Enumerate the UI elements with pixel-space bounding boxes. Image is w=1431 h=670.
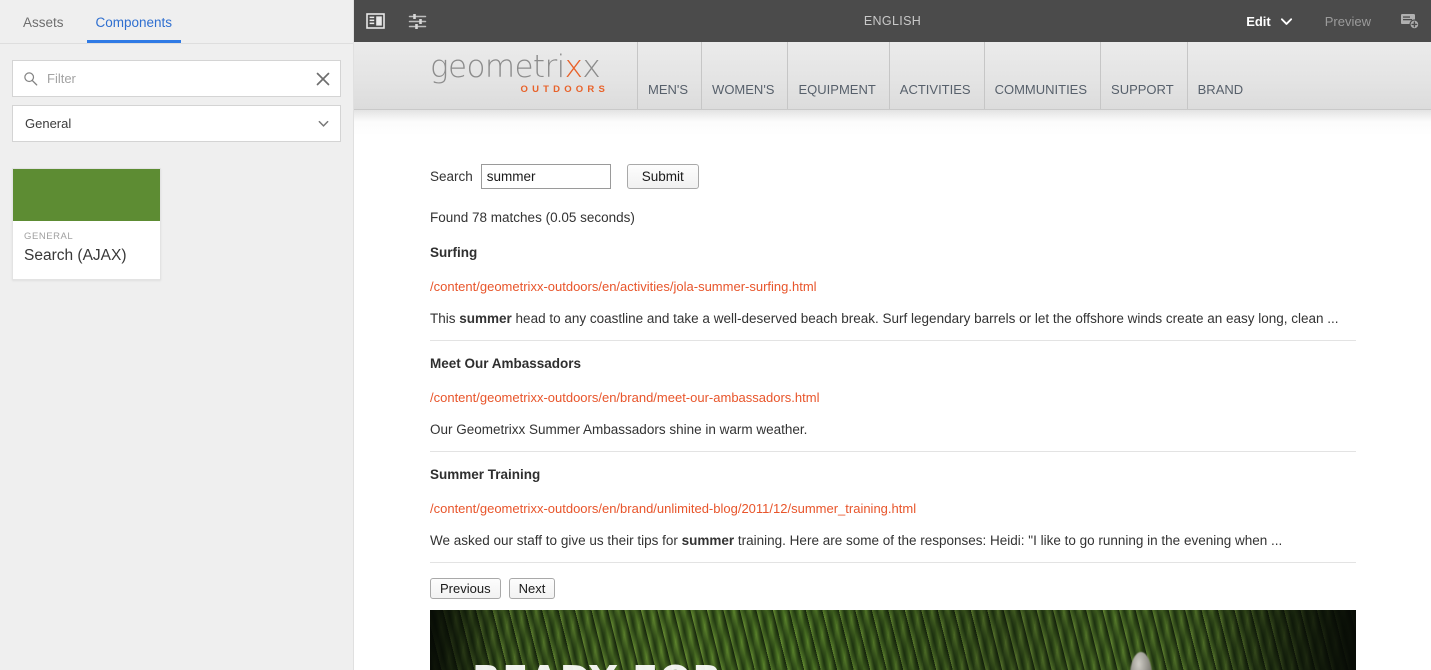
- previous-button[interactable]: Previous: [430, 578, 501, 599]
- result-item: Surfing /content/geometrixx-outdoors/en/…: [430, 245, 1356, 341]
- component-category: GENERAL: [24, 231, 74, 242]
- results-pager: Previous Next: [430, 578, 1431, 599]
- nav-item-activities[interactable]: ACTIVITIES: [888, 42, 984, 109]
- chevron-down-icon: [318, 120, 329, 127]
- desc-highlight: summer: [459, 311, 512, 326]
- editor-toolbar: ENGLISH Edit Preview: [354, 0, 1431, 42]
- result-description: Our Geometrixx Summer Ambassadors shine …: [430, 421, 1356, 438]
- close-icon[interactable]: [316, 72, 330, 86]
- sliders-icon: [408, 13, 426, 29]
- submit-button[interactable]: Submit: [626, 164, 699, 189]
- match-count: Found 78 matches (0.05 seconds): [430, 210, 635, 225]
- result-item: Meet Our Ambassadors /content/geometrixx…: [430, 356, 1356, 452]
- hero-overlay-text: READY FOR: [472, 658, 723, 670]
- nav-item-brand[interactable]: BRAND: [1186, 42, 1257, 109]
- page-body: Search Submit Found 78 matches (0.05 sec…: [354, 136, 1431, 670]
- nav-label: BRAND: [1197, 82, 1244, 97]
- annotate-button[interactable]: [1389, 0, 1431, 42]
- result-description: We asked our staff to give us their tips…: [430, 532, 1356, 549]
- nav-label: EQUIPMENT: [798, 82, 876, 97]
- edit-modes-button[interactable]: [396, 0, 438, 42]
- search-form: Search Submit: [430, 164, 1431, 189]
- tab-components-label: Components: [95, 15, 173, 30]
- result-url-link[interactable]: /content/geometrixx-outdoors/en/brand/me…: [430, 390, 1356, 405]
- side-panel-tabs: Assets Components: [0, 0, 353, 44]
- sidebar-panel-icon: [365, 13, 385, 29]
- page-add-icon: [1401, 14, 1420, 30]
- result-title: Summer Training: [430, 467, 541, 482]
- component-meta: GENERAL Search (AJAX): [13, 221, 160, 279]
- logo-word-end: x: [582, 49, 601, 85]
- hero-vignette-right: [1206, 610, 1356, 670]
- nav-label: WOMEN'S: [712, 82, 775, 97]
- mode-selector-label: Edit: [1246, 13, 1271, 29]
- desc-before: We asked our staff to give us their tips…: [430, 533, 682, 548]
- nav-item-womens[interactable]: WOMEN'S: [701, 42, 787, 109]
- result-title: Surfing: [430, 245, 478, 260]
- result-url-link[interactable]: /content/geometrixx-outdoors/en/brand/un…: [430, 501, 1356, 516]
- site-logo[interactable]: geometrixx OUTDOORS: [430, 42, 637, 109]
- search-results: Surfing /content/geometrixx-outdoors/en/…: [430, 245, 1356, 563]
- search-icon: [24, 72, 38, 86]
- header-shadow: [354, 110, 1431, 136]
- site-header: geometrixx OUTDOORS MEN'S WOMEN'S EQUIPM…: [354, 42, 1431, 110]
- filter-input[interactable]: [47, 71, 316, 86]
- mode-selector-edit[interactable]: Edit: [1232, 14, 1307, 29]
- tab-assets[interactable]: Assets: [14, 15, 73, 43]
- result-description: This summer head to any coastline and ta…: [430, 310, 1356, 327]
- toolbar-right-group: Edit Preview: [1232, 0, 1431, 42]
- hero-image: READY FOR: [430, 610, 1356, 670]
- side-panel: Assets Components General GENERAL Search…: [0, 0, 354, 670]
- nav-label: COMMUNITIES: [994, 82, 1088, 97]
- logo-subtitle: OUTDOORS: [520, 84, 609, 95]
- desc-after: head to any coastline and take a well-de…: [511, 311, 1339, 326]
- nav-label: ACTIVITIES: [899, 82, 971, 97]
- result-title: Meet Our Ambassadors: [430, 356, 582, 371]
- desc-before: Our Geometrixx Summer Ambassadors shine …: [430, 422, 808, 437]
- chevron-down-icon: [1280, 17, 1292, 25]
- desc-after: training. Here are some of the responses…: [734, 533, 1283, 548]
- logo-word-start: geometri: [430, 49, 565, 85]
- filter-field-wrapper[interactable]: [12, 60, 341, 97]
- nav-label: SUPPORT: [1111, 82, 1174, 97]
- nav-item-support[interactable]: SUPPORT: [1100, 42, 1187, 109]
- desc-before: This: [430, 311, 460, 326]
- nav-label: MEN'S: [648, 82, 689, 97]
- component-list: GENERAL Search (AJAX): [0, 142, 353, 280]
- nav-item-mens[interactable]: MEN'S: [637, 42, 701, 109]
- nav-item-communities[interactable]: COMMUNITIES: [983, 42, 1100, 109]
- preview-button[interactable]: Preview: [1307, 14, 1389, 29]
- component-title: Search (AJAX): [24, 247, 127, 264]
- toggle-side-panel-button[interactable]: [354, 0, 396, 42]
- desc-highlight: summer: [681, 533, 735, 548]
- component-card-search-ajax[interactable]: GENERAL Search (AJAX): [12, 168, 161, 280]
- component-group-value: General: [25, 116, 72, 131]
- logo-wordmark: geometrixx: [430, 52, 637, 83]
- result-url-link[interactable]: /content/geometrixx-outdoors/en/activiti…: [430, 279, 1356, 294]
- tab-assets-label: Assets: [23, 15, 64, 30]
- next-button[interactable]: Next: [508, 578, 556, 599]
- page-canvas: geometrixx OUTDOORS MEN'S WOMEN'S EQUIPM…: [354, 42, 1431, 670]
- result-item: Summer Training /content/geometrixx-outd…: [430, 467, 1356, 563]
- preview-label: Preview: [1324, 13, 1371, 29]
- component-group-select[interactable]: General: [12, 105, 341, 142]
- component-thumbnail: [13, 169, 160, 221]
- search-input[interactable]: [480, 164, 611, 189]
- logo-x-mark: x: [564, 49, 583, 85]
- tab-components[interactable]: Components: [86, 15, 182, 43]
- search-label: Search: [430, 169, 473, 184]
- site-nav: MEN'S WOMEN'S EQUIPMENT ACTIVITIES COMMU…: [637, 42, 1431, 109]
- nav-item-equipment[interactable]: EQUIPMENT: [787, 42, 888, 109]
